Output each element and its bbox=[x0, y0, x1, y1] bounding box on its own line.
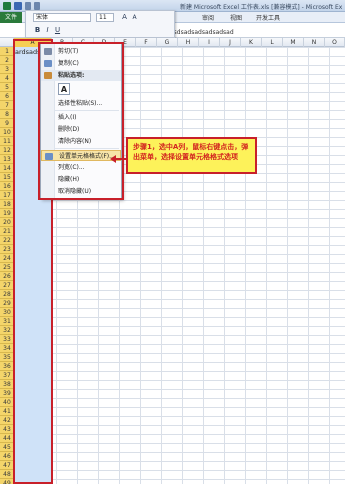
row-header[interactable]: 17 bbox=[0, 191, 14, 200]
row-header[interactable]: 37 bbox=[0, 371, 14, 380]
row-header[interactable]: 15 bbox=[0, 173, 14, 182]
tab-file[interactable]: 文件 bbox=[0, 12, 22, 23]
row-header[interactable]: 30 bbox=[0, 308, 14, 317]
row-header[interactable]: 28 bbox=[0, 290, 14, 299]
italic-button[interactable]: I bbox=[43, 26, 52, 35]
tab-review[interactable]: 审阅 bbox=[202, 13, 214, 22]
row-header[interactable]: 38 bbox=[0, 380, 14, 389]
row-header[interactable]: 45 bbox=[0, 443, 14, 452]
quick-access-toolbar bbox=[3, 2, 40, 10]
row-header[interactable]: 21 bbox=[0, 227, 14, 236]
underline-button[interactable]: U bbox=[53, 26, 62, 35]
row-header[interactable]: 41 bbox=[0, 407, 14, 416]
row-header[interactable]: 12 bbox=[0, 146, 14, 155]
row-header[interactable]: 22 bbox=[0, 236, 14, 245]
row-header[interactable]: 14 bbox=[0, 164, 14, 173]
row-header[interactable]: 47 bbox=[0, 461, 14, 470]
column-header-i[interactable]: I bbox=[199, 38, 220, 47]
row-header[interactable]: 29 bbox=[0, 299, 14, 308]
shrink-font-icon[interactable]: A bbox=[130, 13, 139, 22]
row-header[interactable]: 10 bbox=[0, 128, 14, 137]
formula-value[interactable]: asdsadsadsadsadsad bbox=[170, 29, 234, 36]
row-header[interactable]: 2 bbox=[0, 56, 14, 65]
row-header[interactable]: 33 bbox=[0, 335, 14, 344]
row-header[interactable]: 7 bbox=[0, 101, 14, 110]
row-header[interactable]: 31 bbox=[0, 317, 14, 326]
save-icon[interactable] bbox=[14, 2, 22, 10]
bold-button[interactable]: B bbox=[33, 26, 42, 35]
row-header[interactable]: 26 bbox=[0, 272, 14, 281]
excel-logo-icon bbox=[3, 2, 11, 10]
row-header[interactable]: 11 bbox=[0, 137, 14, 146]
column-header-g[interactable]: G bbox=[157, 38, 178, 47]
row-header[interactable]: 18 bbox=[0, 200, 14, 209]
select-all-corner[interactable] bbox=[0, 38, 14, 47]
row-header[interactable]: 46 bbox=[0, 452, 14, 461]
instruction-callout: 步骤1，选中A列，鼠标右键点击，弹出菜单，选择设置单元格格式选项 bbox=[126, 137, 257, 174]
context-menu-highlight-box bbox=[38, 42, 124, 200]
column-header-m[interactable]: M bbox=[283, 38, 304, 47]
row-header[interactable]: 16 bbox=[0, 182, 14, 191]
row-header[interactable]: 8 bbox=[0, 110, 14, 119]
column-header-l[interactable]: L bbox=[262, 38, 283, 47]
column-header-j[interactable]: J bbox=[220, 38, 241, 47]
row-header[interactable]: 13 bbox=[0, 155, 14, 164]
callout-arrow-head bbox=[110, 155, 116, 163]
column-header-k[interactable]: K bbox=[241, 38, 262, 47]
row-header[interactable]: 27 bbox=[0, 281, 14, 290]
row-header[interactable]: 24 bbox=[0, 254, 14, 263]
row-header[interactable]: 1 bbox=[0, 47, 14, 56]
row-header[interactable]: 23 bbox=[0, 245, 14, 254]
font-name-select[interactable]: 宋体 bbox=[33, 13, 91, 22]
row-header[interactable]: 5 bbox=[0, 83, 14, 92]
row-header[interactable]: 25 bbox=[0, 263, 14, 272]
row-header[interactable]: 34 bbox=[0, 344, 14, 353]
row-header[interactable]: 43 bbox=[0, 425, 14, 434]
row-header[interactable]: 35 bbox=[0, 353, 14, 362]
column-header-h[interactable]: H bbox=[178, 38, 199, 47]
mini-format-toolbar: 宋体 11 A A B I U bbox=[25, 10, 175, 38]
grow-font-icon[interactable]: A bbox=[120, 13, 129, 22]
row-header[interactable]: 6 bbox=[0, 92, 14, 101]
row-header[interactable]: 42 bbox=[0, 416, 14, 425]
row-header[interactable]: 3 bbox=[0, 65, 14, 74]
row-header-column: 1 2 3 4 5 6 7 8 9 10 11 12 13 14 15 16 17 18 19 20 21 22 23 24 2… bbox=[0, 47, 14, 484]
tab-view[interactable]: 视图 bbox=[230, 13, 242, 22]
row-header[interactable]: 9 bbox=[0, 119, 14, 128]
row-header[interactable]: 44 bbox=[0, 434, 14, 443]
column-header-f[interactable]: F bbox=[136, 38, 157, 47]
font-size-select[interactable]: 11 bbox=[96, 13, 114, 22]
column-header-o[interactable]: O bbox=[325, 38, 345, 47]
row-header[interactable]: 19 bbox=[0, 209, 14, 218]
row-header[interactable]: 32 bbox=[0, 326, 14, 335]
column-header-n[interactable]: N bbox=[304, 38, 325, 47]
row-header[interactable]: 39 bbox=[0, 389, 14, 398]
row-header[interactable]: 40 bbox=[0, 398, 14, 407]
row-header[interactable]: 48 bbox=[0, 470, 14, 479]
tab-developer[interactable]: 开发工具 bbox=[256, 13, 280, 22]
row-header[interactable]: 4 bbox=[0, 74, 14, 83]
row-header[interactable]: 49 bbox=[0, 479, 14, 484]
row-header[interactable]: 20 bbox=[0, 218, 14, 227]
undo-icon[interactable] bbox=[25, 2, 31, 10]
redo-icon[interactable] bbox=[34, 2, 40, 10]
row-header[interactable]: 36 bbox=[0, 362, 14, 371]
window-title: 新建 Microsoft Excel 工作表.xls [兼容模式] - Micr… bbox=[180, 4, 342, 11]
